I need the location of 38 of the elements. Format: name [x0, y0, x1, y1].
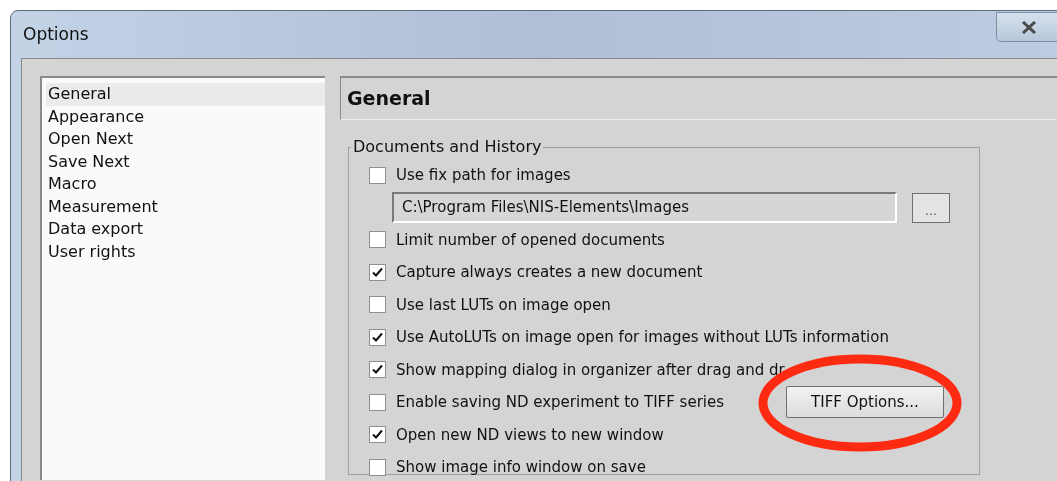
page-title: General [347, 86, 431, 112]
category-item[interactable]: General [46, 83, 325, 106]
tiff-options-button[interactable]: TIFF Options... [786, 386, 944, 418]
close-button[interactable] [996, 12, 1057, 42]
checkbox[interactable] [369, 328, 386, 346]
category-item[interactable]: Macro [46, 173, 325, 196]
category-item[interactable]: Save Next [46, 150, 325, 173]
category-item[interactable]: Appearance [46, 105, 325, 128]
browse-button[interactable]: ... [912, 192, 950, 223]
checkbox[interactable] [369, 166, 386, 184]
category-item[interactable]: Measurement [46, 195, 325, 218]
checkbox[interactable] [369, 296, 386, 314]
checkbox-label: Show mapping dialog in organizer after drag and dr [396, 359, 785, 381]
checkbox[interactable] [369, 361, 386, 379]
checkbox-label: Open new ND views to new window [396, 424, 664, 446]
checkbox-label: Limit number of opened documents [396, 229, 665, 251]
checkbox[interactable] [369, 393, 386, 411]
checkbox-label: Use fix path for images [396, 165, 571, 186]
checkmark-icon [372, 364, 383, 376]
checkbox-label: Use last LUTs on image open [396, 294, 611, 316]
checkbox[interactable] [369, 426, 386, 444]
checkbox-label: Show image info window on save [396, 457, 646, 478]
category-item[interactable]: Open Next [46, 128, 325, 151]
checkbox[interactable] [369, 231, 386, 249]
category-item[interactable]: Data export [46, 218, 325, 241]
checkmark-icon [372, 266, 383, 278]
checkbox-label: Enable saving ND experiment to TIFF series [396, 392, 725, 413]
checkbox-label: Capture always creates a new document [396, 262, 703, 283]
category-item[interactable]: User rights [46, 240, 325, 263]
path-field[interactable]: C:\Program Files\NIS-Elements\Images [392, 192, 897, 223]
checkbox[interactable] [369, 458, 386, 476]
window-title: Options [23, 22, 89, 46]
group-title: Documents and History [352, 136, 543, 158]
close-icon [1020, 20, 1037, 34]
checkbox[interactable] [369, 263, 386, 281]
checkmark-icon [372, 331, 383, 343]
checkmark-icon [372, 429, 383, 441]
checkbox-label: Use AutoLUTs on image open for images without LUTs information [396, 327, 889, 348]
